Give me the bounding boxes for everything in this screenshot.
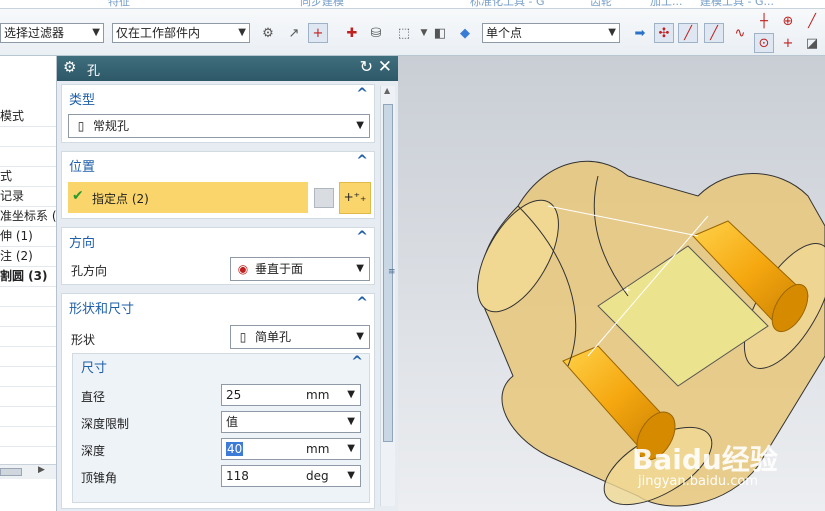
dialog-title: 孔 [87, 64, 101, 79]
eraser-icon[interactable]: ◧ [430, 23, 450, 43]
position-section: 位置 ^ ✔ 指定点 (2) +⁺₊ [61, 151, 375, 219]
list-item [0, 286, 56, 307]
hole-form-selector[interactable]: ▯ 简单孔 ▼ [230, 325, 370, 349]
list-item [0, 406, 56, 427]
list-item [0, 346, 56, 367]
scroll-up-icon[interactable]: ▲ [384, 86, 390, 95]
sketch-section-icon[interactable] [314, 188, 334, 208]
drill-icon: ▯ [77, 119, 85, 133]
list-item[interactable]: 式 [0, 166, 56, 187]
watermark: Baidu经验 jingyan.baidu.com [632, 443, 778, 489]
existing-point-icon[interactable]: + [778, 33, 798, 53]
collapse-icon[interactable]: ^ [356, 229, 368, 245]
scrollbar-thumb[interactable]: ≡ [383, 104, 396, 442]
chevron-down-icon[interactable]: ▼ [347, 439, 355, 459]
type-section-header[interactable]: 类型 ^ [62, 85, 374, 109]
gear-icon[interactable]: ⚙ [63, 58, 76, 76]
quadrant-icon[interactable]: ╱ [802, 11, 822, 31]
dimensions-header[interactable]: 尺寸 ^ [73, 354, 369, 376]
grip-icon: ≡ [388, 267, 396, 277]
depth-limit-selector[interactable]: 值 ▼ [221, 411, 361, 433]
shape-section: 形状和尺寸 ^ 形状 ▯ 简单孔 ▼ 尺寸 ^ 直径 25 mm ▼ 深度限制 值… [61, 293, 375, 509]
arc-center-icon[interactable]: ⊙ [754, 33, 774, 53]
chevron-down-icon: ▼ [92, 27, 100, 38]
close-icon[interactable]: ✕ [378, 57, 392, 77]
chevron-down-icon: ▼ [238, 27, 246, 38]
chevron-down-icon: ▼ [608, 27, 616, 38]
list-item[interactable]: 注 (2) [0, 246, 56, 267]
type-section: 类型 ^ ▯ 常规孔 ▼ [61, 84, 375, 143]
filter-selector[interactable]: 选择过滤器 ▼ [0, 23, 104, 43]
normal-to-face-icon: ◉ [237, 262, 249, 276]
scrollbar-thumb[interactable] [0, 468, 22, 476]
point-dialog-icon[interactable]: +⁺₊ [339, 182, 371, 214]
curve-point-icon[interactable]: ∿ [730, 23, 750, 43]
chevron-down-icon: ▼ [356, 120, 364, 131]
snap-points-icon[interactable]: ✣ [654, 23, 674, 43]
dialog-scrollbar[interactable]: ▲ ≡ [380, 86, 396, 506]
list-item[interactable]: 准坐标系 (0 [0, 206, 56, 227]
collapse-icon[interactable]: ^ [356, 86, 368, 102]
scope-selector[interactable]: 仅在工作部件内 ▼ [112, 23, 250, 43]
direction-section-header[interactable]: 方向 ^ [62, 228, 374, 252]
chevron-down-icon: ▼ [356, 331, 364, 342]
list-item [0, 426, 56, 447]
reset-icon[interactable]: ↻ [360, 57, 373, 76]
horizontal-scrollbar[interactable]: ▶ [0, 464, 56, 479]
hole-dialog: ⚙ 孔 ↻ ✕ 类型 ^ ▯ 常规孔 ▼ 位置 ^ ✔ 指定点 (2) +⁺₊ 方… [57, 56, 398, 511]
point-snap-icon[interactable]: ✚ [342, 23, 362, 43]
collapse-icon[interactable]: ^ [356, 153, 368, 169]
hole-type-selector[interactable]: ▯ 常规孔 ▼ [68, 114, 370, 138]
filter-icon[interactable]: ⛁ [366, 23, 386, 43]
list-item [0, 326, 56, 347]
selection-toolbar: 选择过滤器 ▼ 仅在工作部件内 ▼ ⚙ ↗ + ✚ ⛁ ⬚ ▼ ◧ ◆ 单个点 ▼ ➡… [0, 9, 825, 56]
point-on-face-icon[interactable]: ◪ [802, 33, 822, 53]
list-item[interactable]: 模式 [0, 106, 56, 127]
scroll-right-icon[interactable]: ▶ [38, 465, 45, 475]
midpoint-icon[interactable]: ╱ [704, 23, 724, 43]
list-item[interactable] [0, 126, 56, 147]
direction-section: 方向 ^ 孔方向 ◉ 垂直于面 ▼ [61, 227, 375, 285]
endpoint-icon[interactable]: ╱ [678, 23, 698, 43]
rectangle-select-icon[interactable]: ⬚ [394, 23, 414, 43]
arrow-right-icon[interactable]: ➡ [630, 23, 650, 43]
depth-field[interactable]: 40 mm ▼ [221, 438, 361, 460]
list-item[interactable]: 记录 [0, 186, 56, 207]
circle-icon[interactable]: ⊕ [778, 11, 798, 31]
specify-point-row[interactable]: ✔ 指定点 (2) [68, 182, 308, 213]
part-navigator: 模式 式 记录 准坐标系 (0 伸 (1) 注 (2) 割圆 (3) ▶ [0, 56, 57, 511]
diameter-field[interactable]: 25 mm ▼ [221, 384, 361, 406]
list-item[interactable]: 伸 (1) [0, 226, 56, 247]
intersection-icon[interactable]: ┼ [754, 11, 774, 31]
dimensions-subsection: 尺寸 ^ 直径 25 mm ▼ 深度限制 值 ▼ 深度 40 mm ▼ 顶锥角 [72, 353, 370, 503]
list-item [0, 386, 56, 407]
list-item[interactable]: 割圆 (3) [0, 266, 56, 287]
list-item [0, 306, 56, 327]
point-mode-selector[interactable]: 单个点 ▼ [482, 23, 620, 43]
graphics-viewport[interactable]: + Baidu经验 jingyan.baidu.com [398, 56, 825, 511]
dialog-title-bar: ⚙ 孔 ↻ ✕ [57, 56, 398, 81]
hole-direction-selector[interactable]: ◉ 垂直于面 ▼ [230, 257, 370, 281]
checkmark-icon: ✔ [72, 188, 84, 204]
tip-angle-field[interactable]: 118 deg ▼ [221, 465, 361, 487]
cube-icon[interactable]: ◆ [455, 23, 475, 43]
arrow-select-icon[interactable]: ↗ [284, 23, 304, 43]
chevron-down-icon[interactable]: ▼ [347, 412, 355, 432]
select-add-icon[interactable]: + [308, 23, 328, 43]
collapse-icon[interactable]: ^ [351, 354, 363, 370]
ribbon-group-labels: 特征 同步建模 标准化工具 - G 齿轮 加工... 建模工具 - G... [0, 0, 825, 9]
collapse-icon[interactable]: ^ [356, 295, 368, 311]
chevron-down-icon: ▼ [356, 263, 364, 274]
drill-icon: ▯ [239, 330, 247, 344]
list-item [0, 366, 56, 387]
list-item[interactable] [0, 146, 56, 167]
position-section-header[interactable]: 位置 ^ [62, 152, 374, 176]
assembly-select-icon[interactable]: ⚙ [258, 23, 278, 43]
point-marker[interactable]: + [623, 285, 631, 296]
chevron-down-icon[interactable]: ▼ [347, 385, 355, 405]
shape-section-header[interactable]: 形状和尺寸 ^ [62, 294, 374, 318]
chevron-down-icon[interactable]: ▼ [347, 466, 355, 486]
